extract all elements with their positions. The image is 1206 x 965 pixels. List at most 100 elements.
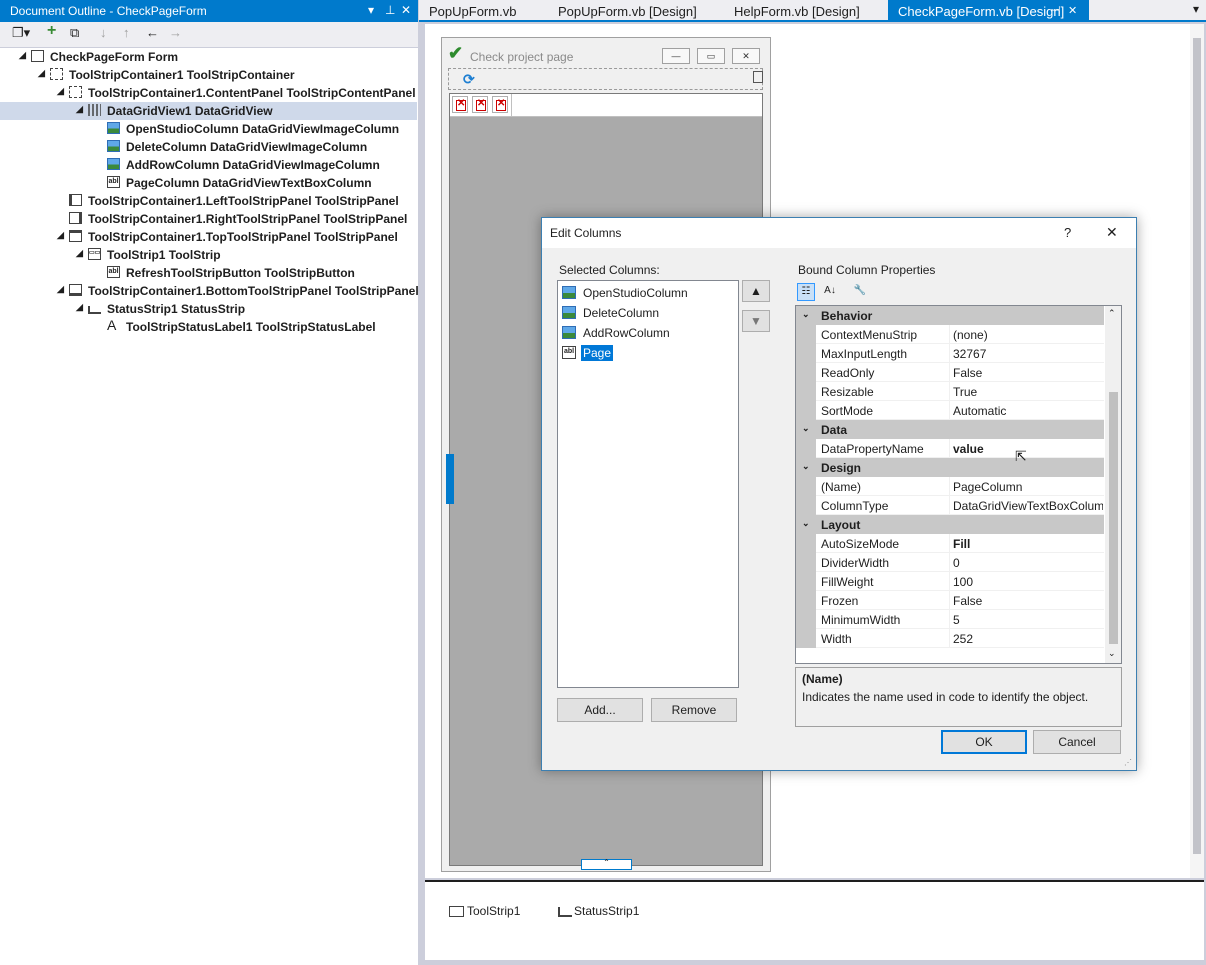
property-value[interactable]: PageColumn	[953, 480, 1103, 494]
tree-node[interactable]: AddRowColumn DataGridViewImageColumn	[0, 156, 417, 174]
column-list-item[interactable]: DeleteColumn	[562, 304, 732, 322]
collapse-icon[interactable]: ⌄	[802, 461, 810, 472]
tree-node[interactable]: ◢ DataGridView1 DataGridView	[0, 102, 417, 120]
expand-arrow-icon[interactable]: ◢	[57, 230, 64, 241]
tab-close-icon[interactable]: ✕	[1068, 4, 1077, 17]
property-value[interactable]: False	[953, 366, 1103, 380]
collapse-icon[interactable]: ⌄	[802, 309, 810, 320]
property-value[interactable]: True	[953, 385, 1103, 399]
ok-button[interactable]: OK	[941, 730, 1027, 754]
add-button[interactable]: Add...	[557, 698, 643, 722]
tree-node[interactable]: abl RefreshToolStripButton ToolStripButto…	[0, 264, 417, 282]
tab-popupform-vb[interactable]: PopUpForm.vb	[419, 0, 539, 20]
tab-checkpageform-design[interactable]: CheckPageForm.vb [Design] ⊣ ✕	[888, 0, 1089, 20]
resize-grip-icon[interactable]: ⋰	[1124, 758, 1132, 767]
expand-arrow-icon[interactable]: ◢	[76, 104, 83, 115]
collapse-icon[interactable]: ⌄	[802, 518, 810, 529]
delete-column-header[interactable]: ✕	[472, 96, 488, 113]
open-studio-column-header[interactable]: ✕	[452, 96, 468, 113]
property-value[interactable]: 5	[953, 613, 1103, 627]
property-value[interactable]: DataGridViewTextBoxColumn	[953, 499, 1103, 513]
property-value[interactable]: 252	[953, 632, 1103, 646]
cancel-button[interactable]: Cancel	[1033, 730, 1121, 754]
property-category[interactable]: ⌄ Behavior	[796, 306, 1104, 325]
maximize-button[interactable]: ▭	[697, 48, 725, 64]
property-row[interactable]: Resizable True	[796, 382, 1104, 401]
expand-arrow-icon[interactable]: ◢	[57, 284, 64, 295]
property-row[interactable]: MinimumWidth 5	[796, 610, 1104, 629]
selected-columns-list[interactable]: OpenStudioColumn DeleteColumn AddRowColumn…	[557, 280, 739, 688]
property-category[interactable]: ⌄ Data	[796, 420, 1104, 439]
expand-arrow-icon[interactable]: ◢	[76, 302, 83, 313]
property-row[interactable]: Width 252	[796, 629, 1104, 648]
tab-helpform-design[interactable]: HelpForm.vb [Design]	[724, 0, 884, 20]
dialog-close-button[interactable]: ✕	[1106, 224, 1118, 241]
toolstrip-overflow-icon[interactable]	[753, 71, 763, 83]
outline-close-icon[interactable]: ✕	[401, 3, 411, 17]
copy-icon[interactable]: ⧉	[70, 25, 79, 41]
column-list-item[interactable]: OpenStudioColumn	[562, 284, 732, 302]
move-up-icon[interactable]: ↑	[123, 25, 130, 40]
property-row[interactable]: (Name) PageColumn	[796, 477, 1104, 496]
page-column-header[interactable]	[511, 94, 512, 116]
scroll-up-icon[interactable]: ⌃	[1108, 308, 1116, 319]
add-row-column-header[interactable]: ✕	[492, 96, 508, 113]
property-grid[interactable]: ⌄ Behavior ContextMenuStrip (none) MaxInputL…	[795, 305, 1122, 664]
move-left-icon[interactable]: ←	[146, 25, 159, 40]
column-list-item[interactable]: abl Page	[562, 344, 732, 362]
move-up-button[interactable]: ▲	[742, 280, 770, 302]
scroll-down-icon[interactable]: ⌄	[1108, 648, 1116, 659]
categorized-icon[interactable]: ☷	[797, 283, 815, 301]
tree-node[interactable]: A ToolStripStatusLabel1 ToolStripStatusLa…	[0, 318, 417, 336]
property-row[interactable]: ColumnType DataGridViewTextBoxColumn	[796, 496, 1104, 515]
expand-arrow-icon[interactable]: ◢	[57, 86, 64, 97]
property-row[interactable]: MaxInputLength 32767	[796, 344, 1104, 363]
remove-button[interactable]: Remove	[651, 698, 737, 722]
property-category[interactable]: ⌄ Design	[796, 458, 1104, 477]
property-value[interactable]: (none)	[953, 328, 1103, 342]
form-close-button[interactable]: ✕	[732, 48, 760, 64]
property-value[interactable]: Fill	[953, 537, 1103, 551]
property-category[interactable]: ⌄ Layout	[796, 515, 1104, 534]
toolstrip[interactable]: ⟳	[448, 68, 763, 90]
property-row[interactable]: DataPropertyName value	[796, 439, 1104, 458]
tree-node[interactable]: ◢ ToolStripContainer1.ContentPanel ToolSt…	[0, 84, 417, 102]
property-value[interactable]: 100	[953, 575, 1103, 589]
tree-node[interactable]: OpenStudioColumn DataGridViewImageColumn	[0, 120, 417, 138]
property-row[interactable]: DividerWidth 0	[796, 553, 1104, 572]
alphabetical-icon[interactable]: A↓	[821, 283, 839, 301]
property-row[interactable]: ReadOnly False	[796, 363, 1104, 382]
tree-node[interactable]: abl PageColumn DataGridViewTextBoxColumn	[0, 174, 417, 192]
tree-node[interactable]: ◢ ToolStripContainer1.TopToolStripPanel T…	[0, 228, 417, 246]
property-row[interactable]: SortMode Automatic	[796, 401, 1104, 420]
tree-node[interactable]: ◢ StatusStrip1 StatusStrip	[0, 300, 417, 318]
tab-pin-icon[interactable]: ⊣	[1051, 4, 1061, 17]
outline-pin-icon[interactable]: ⊥	[385, 3, 395, 17]
property-value[interactable]: value	[953, 442, 1103, 456]
expand-arrow-icon[interactable]: ◢	[19, 50, 26, 61]
new-document-icon[interactable]: ❐▾	[12, 25, 30, 41]
move-right-icon[interactable]: →	[169, 25, 182, 40]
tab-list-dropdown-icon[interactable]: ▾	[1193, 2, 1199, 16]
add-icon[interactable]: +	[47, 22, 56, 40]
property-row[interactable]: Frozen False	[796, 591, 1104, 610]
tree-node[interactable]: DeleteColumn DataGridViewImageColumn	[0, 138, 417, 156]
move-down-icon[interactable]: ↓	[100, 25, 107, 40]
property-value[interactable]: 32767	[953, 347, 1103, 361]
tree-node[interactable]: ◢ ToolStripContainer1 ToolStripContainer	[0, 66, 417, 84]
tree-node[interactable]: ToolStripContainer1.LeftToolStripPanel T…	[0, 192, 417, 210]
tree-node[interactable]: ◢ ToolStripContainer1.BottomToolStripPane…	[0, 282, 419, 300]
property-pages-icon[interactable]: 🔧	[851, 283, 869, 301]
tab-popupform-design[interactable]: PopUpForm.vb [Design]	[548, 0, 718, 20]
property-row[interactable]: FillWeight 100	[796, 572, 1104, 591]
collapse-icon[interactable]: ⌄	[802, 423, 810, 434]
property-row[interactable]: ContextMenuStrip (none)	[796, 325, 1104, 344]
designer-vertical-scrollbar[interactable]	[1190, 24, 1204, 878]
property-value[interactable]: 0	[953, 556, 1103, 570]
property-row[interactable]: AutoSizeMode Fill	[796, 534, 1104, 553]
property-value[interactable]: Automatic	[953, 404, 1103, 418]
tree-node[interactable]: ◢ ▭▭ ToolStrip1 ToolStrip	[0, 246, 417, 264]
scrollbar-thumb[interactable]	[1109, 392, 1118, 644]
scrollbar-thumb[interactable]	[1193, 38, 1201, 854]
expand-arrow-icon[interactable]: ◢	[76, 248, 83, 259]
